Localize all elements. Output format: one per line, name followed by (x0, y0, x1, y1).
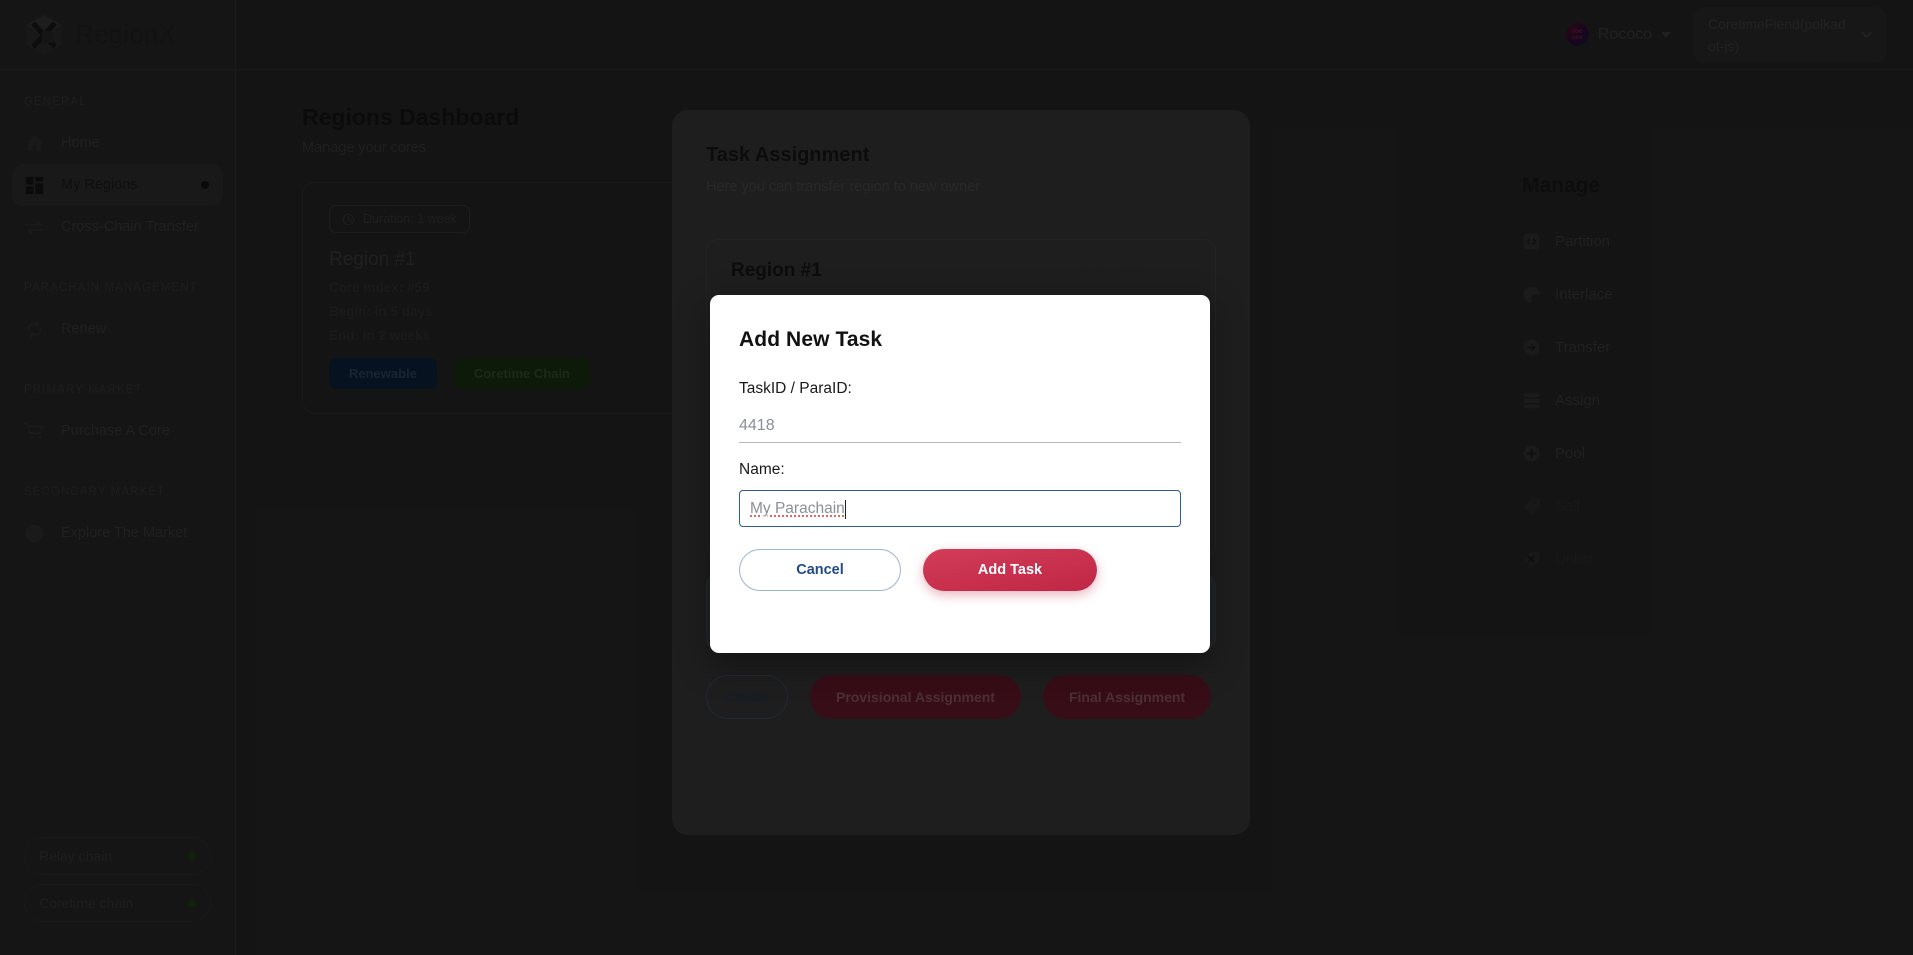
taskid-field-label: TaskID / ParaID: (739, 380, 852, 397)
name-input-wrapper[interactable] (739, 490, 1181, 527)
taskid-input[interactable] (739, 409, 1181, 443)
modal-button-row: Cancel Add Task (739, 549, 1181, 591)
text-cursor (845, 500, 846, 519)
add-new-task-modal: Add New Task TaskID / ParaID: Name: Canc… (710, 295, 1210, 653)
cancel-button[interactable]: Cancel (739, 549, 901, 591)
name-field-label: Name: (739, 461, 785, 478)
name-input[interactable] (750, 499, 1170, 518)
add-task-button[interactable]: Add Task (923, 549, 1097, 591)
modal-title: Add New Task (739, 328, 883, 351)
